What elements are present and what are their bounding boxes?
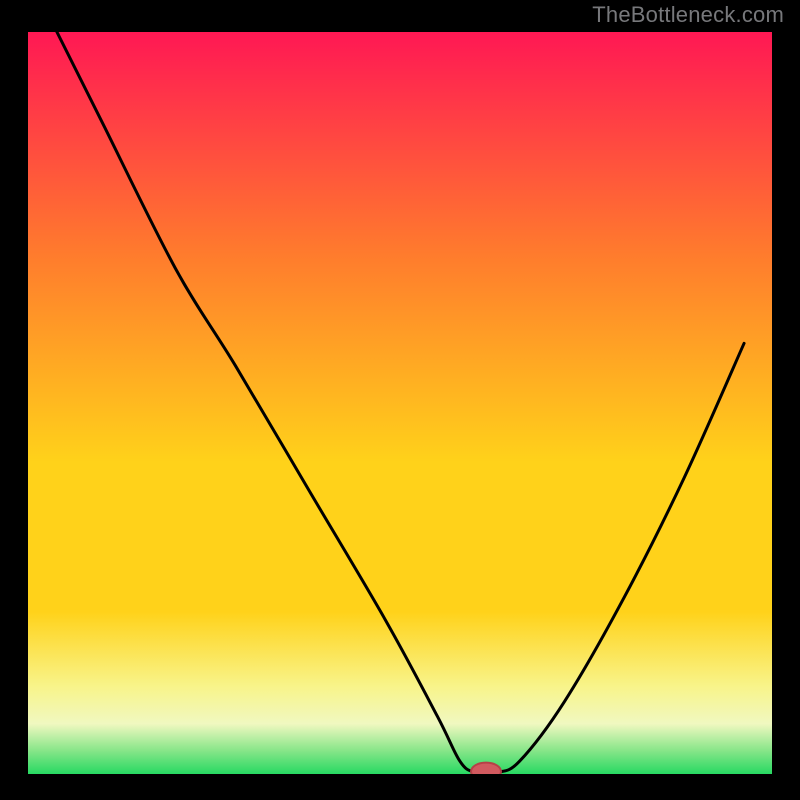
watermark-text: TheBottleneck.com (592, 2, 784, 28)
plot-background (26, 30, 774, 776)
chart-container: TheBottleneck.com (0, 0, 800, 800)
bottleneck-chart (0, 0, 800, 800)
